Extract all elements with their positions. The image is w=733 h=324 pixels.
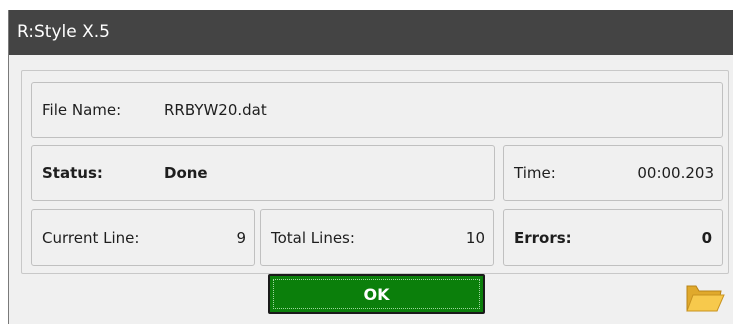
folder-icon[interactable] (685, 278, 725, 316)
total-lines-value: 10 (465, 228, 485, 247)
time-panel: Time: 00:00.203 (503, 145, 723, 201)
file-name-value: RRBYW20.dat (164, 101, 267, 119)
dialog-window: R:Style X.5 File Name: RRBYW20.dat Statu… (8, 10, 733, 324)
total-lines-label: Total Lines: (271, 228, 355, 247)
errors-panel: Errors: 0 (503, 209, 723, 266)
current-line-label: Current Line: (42, 228, 140, 247)
errors-label: Errors: (514, 228, 572, 247)
file-name-panel: File Name: RRBYW20.dat (31, 82, 723, 138)
ok-button[interactable]: OK (268, 274, 485, 314)
status-label: Status: (42, 164, 103, 182)
status-value: Done (164, 164, 208, 182)
title-bar[interactable]: R:Style X.5 (9, 10, 733, 55)
current-line-value: 9 (236, 228, 246, 247)
total-lines-panel: Total Lines: 10 (260, 209, 494, 266)
file-name-label: File Name: (42, 101, 122, 119)
window-title: R:Style X.5 (17, 22, 110, 42)
status-panel: Status: Done (31, 145, 495, 201)
time-label: Time: (514, 164, 556, 182)
ok-button-label: OK (273, 279, 480, 309)
errors-value: 0 (701, 228, 712, 247)
current-line-panel: Current Line: 9 (31, 209, 255, 266)
time-value: 00:00.203 (637, 164, 714, 182)
